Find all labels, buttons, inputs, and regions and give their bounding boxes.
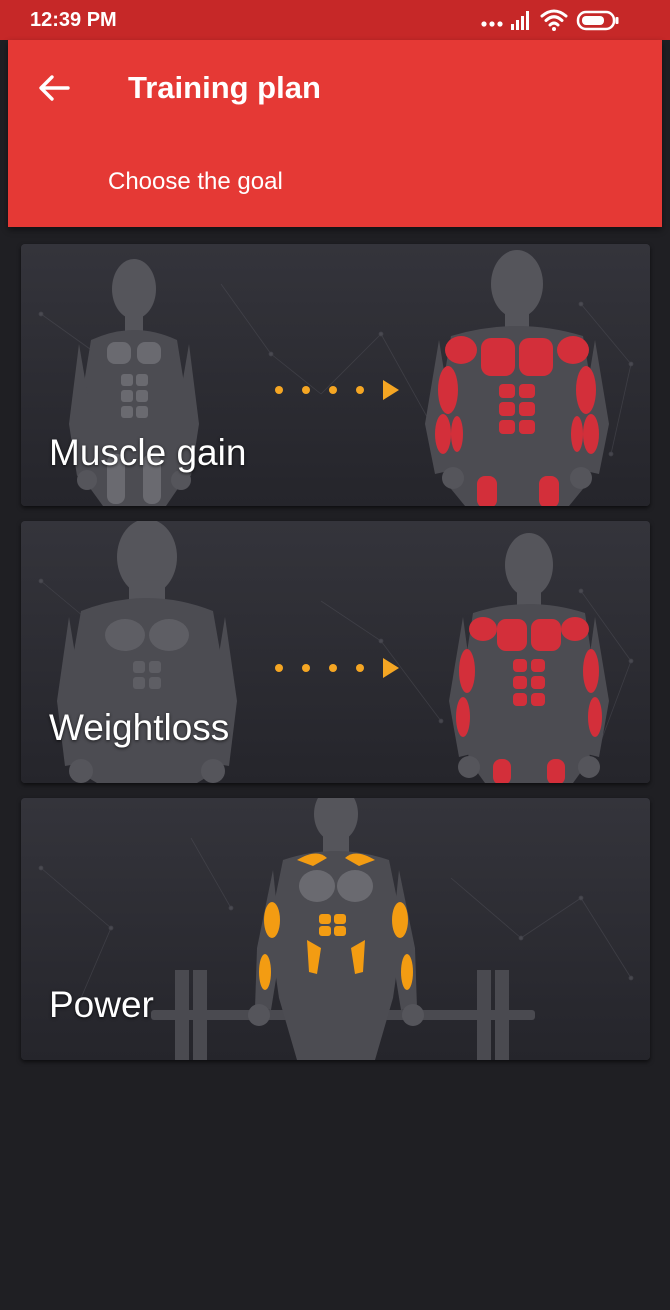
app-bar: Training plan Choose the goal <box>8 40 662 227</box>
goal-label-muscle-gain: Muscle gain <box>49 432 247 473</box>
arrow-left-icon <box>39 75 70 101</box>
goal-card-muscle-gain[interactable]: Muscle gain <box>21 244 650 506</box>
status-time: 12:39 PM <box>30 9 117 31</box>
back-button[interactable] <box>32 68 80 108</box>
battery-icon <box>576 10 619 31</box>
more-dots-icon <box>481 21 503 27</box>
goal-card-power[interactable]: Power <box>21 798 650 1060</box>
page-title: Training plan <box>128 70 321 105</box>
cellular-signal-icon <box>511 11 529 30</box>
goal-card-weightloss[interactable]: Weightloss <box>21 521 650 783</box>
wifi-icon <box>540 9 568 31</box>
status-bar: 12:39 PM <box>0 0 670 40</box>
goal-label-power: Power <box>49 984 154 1025</box>
page-subtitle: Choose the goal <box>108 168 283 195</box>
goal-label-weightloss: Weightloss <box>49 707 230 748</box>
